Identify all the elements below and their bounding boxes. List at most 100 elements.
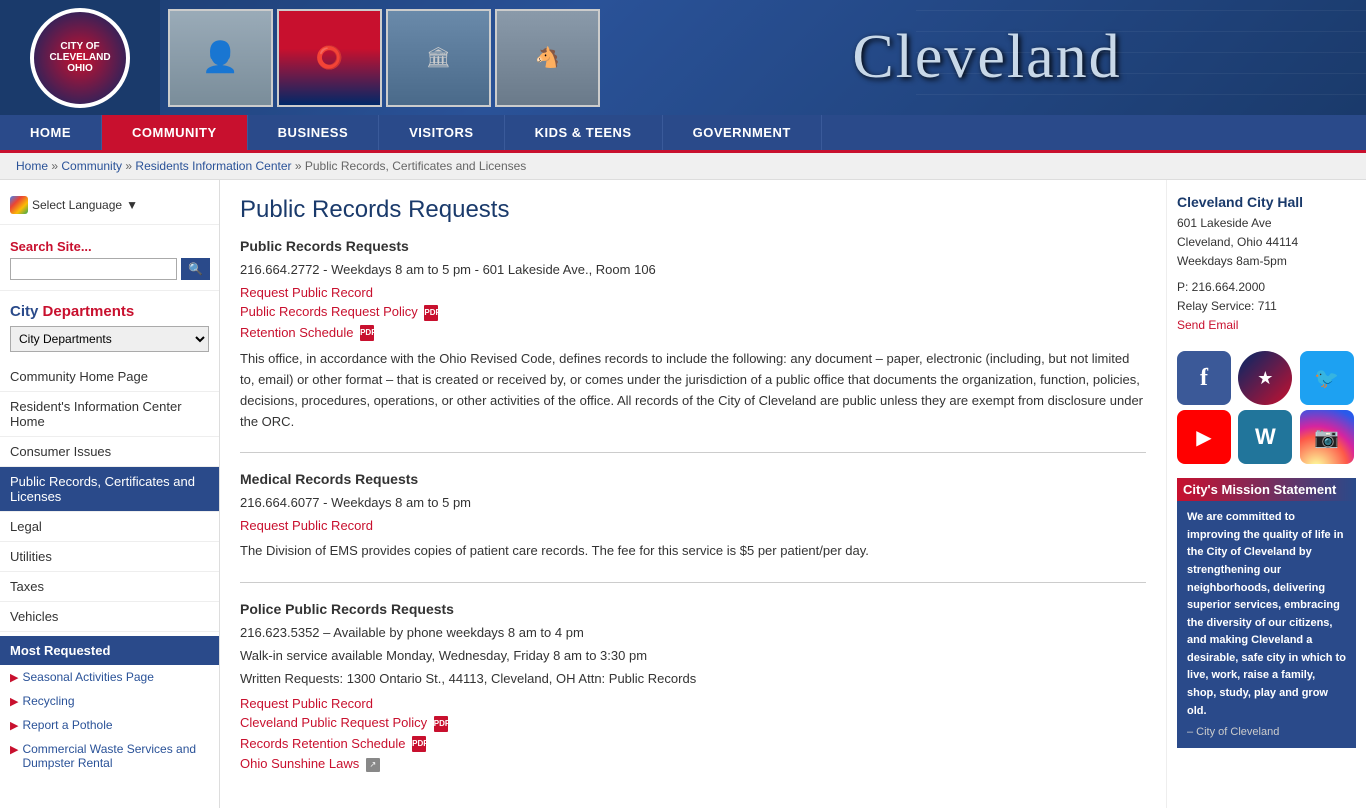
sidebar-link-pothole[interactable]: ▶ Report a Pothole (0, 713, 219, 737)
main-nav: HOME COMMUNITY BUSINESS VISITORS KIDS & … (0, 115, 1366, 153)
pdf-icon-cleveland-policy: PDF (434, 716, 448, 732)
city-hall-hours: Weekdays 8am-5pm (1177, 254, 1287, 268)
section-public-records: Public Records Requests 216.664.2772 - W… (240, 238, 1146, 432)
sidebar-link-seasonal[interactable]: ▶ Seasonal Activities Page (0, 665, 219, 689)
social-wordpress-button[interactable]: W (1238, 410, 1292, 464)
city-hall-relay: Relay Service: 711 (1177, 299, 1277, 313)
breadcrumb: Home » Community » Residents Information… (0, 153, 1366, 180)
sidebar-item-utilities[interactable]: Utilities (0, 542, 219, 572)
departments-dropdown[interactable]: City Departments (10, 326, 209, 352)
search-widget: Search Site... 🔍 (0, 233, 219, 291)
header-photo-2: ⭕ (277, 9, 382, 107)
nav-kids-teens[interactable]: KIDS & TEENS (505, 115, 663, 150)
sidebar-item-taxes[interactable]: Taxes (0, 572, 219, 602)
mission-statement-box: City's Mission Statement We are committe… (1177, 478, 1356, 748)
sidebar-item-vehicles[interactable]: Vehicles (0, 602, 219, 632)
breadcrumb-sep-2: » (125, 159, 135, 173)
link-records-retention-schedule[interactable]: Records Retention Schedule PDF (240, 736, 1146, 753)
link-cleveland-public-request-policy[interactable]: Cleveland Public Request Policy PDF (240, 715, 1146, 732)
instagram-icon: 📷 (1314, 425, 1339, 450)
main-layout: Select Language ▼ Search Site... 🔍 City … (0, 180, 1366, 808)
header-photo-3: 🏛 (386, 9, 491, 107)
ext-icon-sunshine-laws: ↗ (366, 758, 380, 772)
search-label: Search Site... (10, 239, 209, 254)
translate-arrow-icon: ▼ (126, 198, 138, 212)
left-sidebar: Select Language ▼ Search Site... 🔍 City … (0, 180, 220, 808)
breadcrumb-sep-1: » (51, 159, 61, 173)
city-hall-street: 601 Lakeside Ave (1177, 216, 1272, 230)
social-seal-button[interactable]: ★ (1238, 351, 1292, 405)
sidebar-item-legal[interactable]: Legal (0, 512, 219, 542)
header-logo[interactable]: CITY OFCLEVELANDOHIO (0, 0, 160, 115)
right-sidebar: Cleveland City Hall 601 Lakeside Ave Cle… (1166, 180, 1366, 808)
city-hall-city-state: Cleveland, Ohio 44114 (1177, 235, 1298, 249)
header-photos: 👤 ⭕ 🏛 🐴 (160, 1, 608, 115)
youtube-icon: ▶ (1196, 425, 1211, 450)
link-retention-schedule-1[interactable]: Retention Schedule PDF (240, 325, 1146, 342)
section-2-phone: 216.664.6077 - Weekdays 8 am to 5 pm (240, 495, 1146, 510)
sidebar-link-recycling[interactable]: ▶ Recycling (0, 689, 219, 713)
sidebar-item-residents-center[interactable]: Resident's Information Center Home (0, 392, 219, 437)
link-ohio-sunshine-laws[interactable]: Ohio Sunshine Laws ↗ (240, 756, 1146, 772)
sidebar-item-consumer-issues[interactable]: Consumer Issues (0, 437, 219, 467)
translate-label: Select Language (32, 198, 122, 212)
header-stars-decoration: // stars drawn below (916, 0, 1366, 115)
city-hall-email-link[interactable]: Send Email (1177, 318, 1238, 332)
translate-widget[interactable]: Select Language ▼ (0, 190, 219, 225)
nav-business[interactable]: BUSINESS (248, 115, 379, 150)
main-content: Public Records Requests Public Records R… (220, 180, 1166, 808)
wordpress-icon: W (1255, 424, 1276, 450)
link-public-records-policy[interactable]: Public Records Request Policy PDF (240, 304, 1146, 321)
section-1-description: This office, in accordance with the Ohio… (240, 349, 1146, 432)
nav-government[interactable]: GOVERNMENT (663, 115, 822, 150)
link-request-public-record-3[interactable]: Request Public Record (240, 696, 1146, 711)
page-title: Public Records Requests (240, 196, 1146, 224)
pdf-icon-records-retention: PDF (412, 736, 426, 752)
nav-visitors[interactable]: VISITORS (379, 115, 504, 150)
departments-select[interactable]: City Departments (10, 326, 209, 352)
section-police-records: Police Public Records Requests 216.623.5… (240, 601, 1146, 772)
facebook-icon: f (1200, 365, 1208, 392)
header-photo-1: 👤 (168, 9, 273, 107)
divider-1 (240, 452, 1146, 453)
link-request-public-record-1[interactable]: Request Public Record (240, 285, 1146, 300)
social-facebook-button[interactable]: f (1177, 351, 1231, 405)
sidebar-item-community-home[interactable]: Community Home Page (0, 362, 219, 392)
social-youtube-button[interactable]: ▶ (1177, 410, 1231, 464)
sidebar-link-commercial-waste[interactable]: ▶ Commercial Waste Services and Dumpster… (0, 737, 219, 775)
google-icon (10, 196, 28, 214)
sidebar-item-public-records[interactable]: Public Records, Certificates and License… (0, 467, 219, 512)
social-instagram-button[interactable]: 📷 (1300, 410, 1354, 464)
link-request-public-record-2[interactable]: Request Public Record (240, 518, 1146, 533)
section-3-heading: Police Public Records Requests (240, 601, 1146, 617)
pdf-icon-retention: PDF (360, 325, 374, 341)
stars-svg: // stars drawn below (916, 0, 1366, 115)
site-header: CITY OFCLEVELANDOHIO 👤 ⭕ 🏛 🐴 Cleveland /… (0, 0, 1366, 115)
twitter-icon: 🐦 (1314, 366, 1339, 391)
nav-community[interactable]: COMMUNITY (102, 115, 248, 150)
section-1-phone: 216.664.2772 - Weekdays 8 am to 5 pm - 6… (240, 262, 1146, 277)
social-twitter-button[interactable]: 🐦 (1300, 351, 1354, 405)
search-input[interactable] (10, 258, 177, 280)
city-hall-phone-number: P: 216.664.2000 (1177, 280, 1265, 294)
seal-icon: ★ (1257, 368, 1273, 389)
breadcrumb-sep-3: » (295, 159, 305, 173)
departments-section-title: City Departments (0, 299, 219, 326)
breadcrumb-community[interactable]: Community (61, 159, 122, 173)
breadcrumb-current: Public Records, Certificates and License… (305, 159, 526, 173)
mission-credit: – City of Cleveland (1187, 726, 1346, 738)
city-hall-info: Cleveland City Hall 601 Lakeside Ave Cle… (1177, 194, 1356, 335)
nav-home[interactable]: HOME (0, 115, 102, 150)
breadcrumb-home[interactable]: Home (16, 159, 48, 173)
section-3-phone2: Walk-in service available Monday, Wednes… (240, 648, 1146, 663)
city-hall-name: Cleveland City Hall (1177, 194, 1356, 210)
section-medical-records: Medical Records Requests 216.664.6077 - … (240, 471, 1146, 562)
search-button[interactable]: 🔍 (181, 258, 210, 280)
header-photo-4: 🐴 (495, 9, 600, 107)
mission-text: We are committed to improving the qualit… (1187, 509, 1346, 720)
city-hall-address: 601 Lakeside Ave Cleveland, Ohio 44114 W… (1177, 214, 1356, 272)
section-1-heading: Public Records Requests (240, 238, 1146, 254)
breadcrumb-residents-center[interactable]: Residents Information Center (135, 159, 291, 173)
divider-2 (240, 582, 1146, 583)
section-2-description: The Division of EMS provides copies of p… (240, 541, 1146, 562)
